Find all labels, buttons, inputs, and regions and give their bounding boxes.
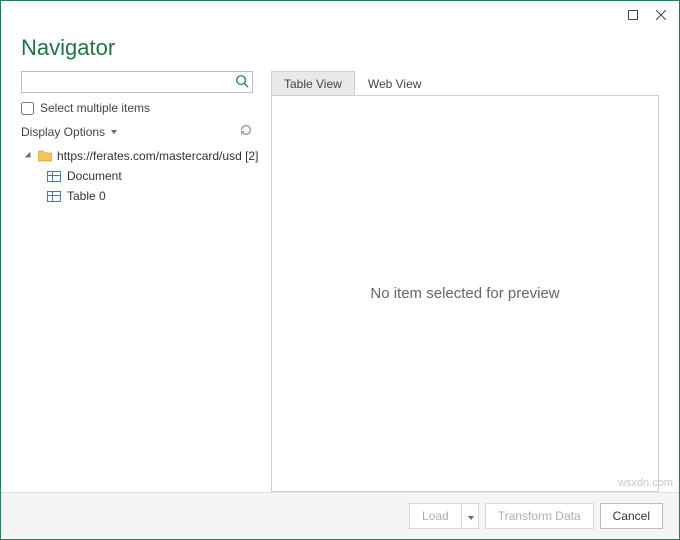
folder-icon xyxy=(38,150,52,162)
search-icon[interactable] xyxy=(235,74,249,93)
tabs: Table View Web View xyxy=(271,71,659,96)
preview-message: No item selected for preview xyxy=(370,285,559,302)
table-icon xyxy=(47,171,61,182)
table-icon xyxy=(47,191,61,202)
chevron-down-icon xyxy=(468,516,474,520)
select-multiple-row[interactable]: Select multiple items xyxy=(21,101,253,115)
chevron-down-icon xyxy=(111,130,117,134)
tree-leaf-table0[interactable]: Table 0 xyxy=(47,186,253,206)
page-title: Navigator xyxy=(21,35,659,61)
tree-children: Document Table 0 xyxy=(21,166,253,206)
search-input[interactable] xyxy=(21,71,253,93)
display-options-dropdown[interactable]: Display Options xyxy=(21,125,117,139)
search-box xyxy=(21,71,253,93)
tree-root-node[interactable]: https://ferates.com/mastercard/usd [2] xyxy=(21,146,253,166)
cancel-button[interactable]: Cancel xyxy=(600,503,663,529)
right-panel: Table View Web View No item selected for… xyxy=(271,71,659,492)
titlebar xyxy=(1,1,679,29)
tree: https://ferates.com/mastercard/usd [2] D… xyxy=(21,146,253,206)
watermark: wsxdn.com xyxy=(618,477,673,489)
tree-leaf-label: Document xyxy=(67,169,122,183)
refresh-icon[interactable] xyxy=(239,123,253,140)
tree-leaf-label: Table 0 xyxy=(67,189,106,203)
display-options-row: Display Options xyxy=(21,123,253,140)
select-multiple-checkbox[interactable] xyxy=(21,102,34,115)
tab-web-view[interactable]: Web View xyxy=(355,71,435,96)
left-panel: Select multiple items Display Options xyxy=(21,71,253,492)
load-button[interactable]: Load xyxy=(409,503,462,529)
close-button[interactable] xyxy=(649,5,673,25)
body: Select multiple items Display Options xyxy=(21,71,659,492)
expander-icon[interactable] xyxy=(25,152,33,160)
select-multiple-label: Select multiple items xyxy=(40,101,150,115)
tab-table-view[interactable]: Table View xyxy=(271,71,355,96)
preview-area: No item selected for preview xyxy=(271,95,659,492)
load-button-group: Load xyxy=(409,503,479,529)
maximize-button[interactable] xyxy=(621,5,645,25)
transform-data-button[interactable]: Transform Data xyxy=(485,503,594,529)
tree-leaf-document[interactable]: Document xyxy=(47,166,253,186)
navigator-dialog: Navigator Select multiple items Display … xyxy=(0,0,680,540)
tree-root-label: https://ferates.com/mastercard/usd [2] xyxy=(57,149,258,163)
display-options-label: Display Options xyxy=(21,125,105,139)
footer: Load Transform Data Cancel xyxy=(1,492,679,539)
load-dropdown-button[interactable] xyxy=(462,503,479,529)
content: Navigator Select multiple items Display … xyxy=(1,29,679,492)
